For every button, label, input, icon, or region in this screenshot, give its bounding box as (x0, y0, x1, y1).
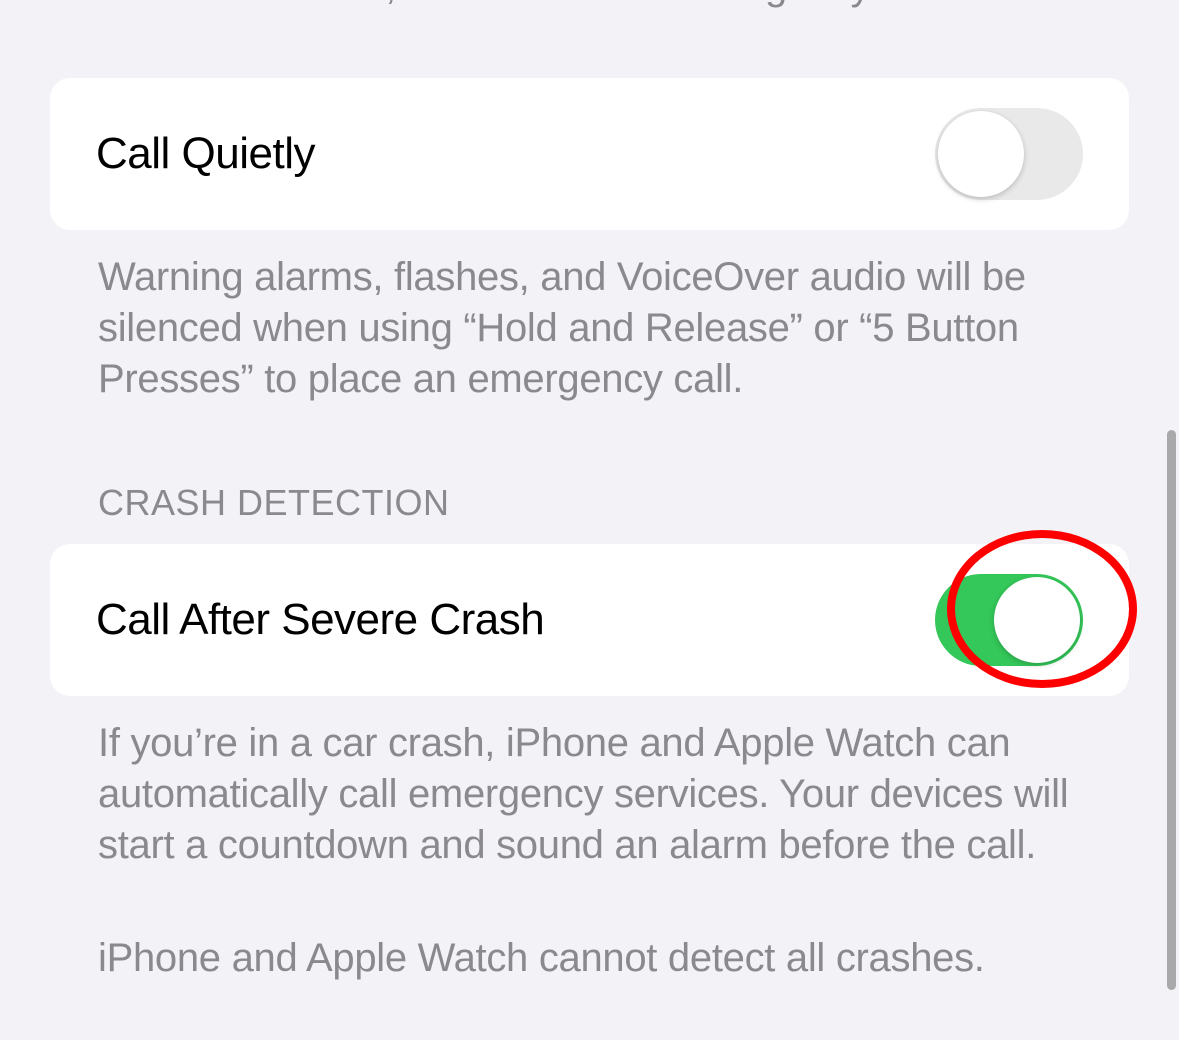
call-quietly-row: Call Quietly (50, 78, 1129, 230)
crash-detection-description: If you’re in a car crash, iPhone and App… (50, 718, 1129, 872)
toggle-knob-icon (994, 577, 1080, 663)
call-quietly-label: Call Quietly (96, 129, 315, 179)
partial-cutoff-text: countdown ends, iPhone will call emergen… (50, 0, 1129, 12)
scrollbar[interactable] (1167, 430, 1176, 990)
call-after-crash-row: Call After Severe Crash (50, 544, 1129, 696)
crash-detection-disclaimer: iPhone and Apple Watch cannot detect all… (50, 933, 1129, 984)
crash-detection-header: CRASH DETECTION (50, 482, 1129, 524)
call-quietly-description: Warning alarms, flashes, and VoiceOver a… (50, 252, 1129, 406)
call-after-crash-label: Call After Severe Crash (96, 595, 544, 645)
toggle-knob-icon (938, 111, 1024, 197)
call-quietly-toggle[interactable] (935, 108, 1083, 200)
call-after-crash-toggle[interactable] (935, 574, 1083, 666)
